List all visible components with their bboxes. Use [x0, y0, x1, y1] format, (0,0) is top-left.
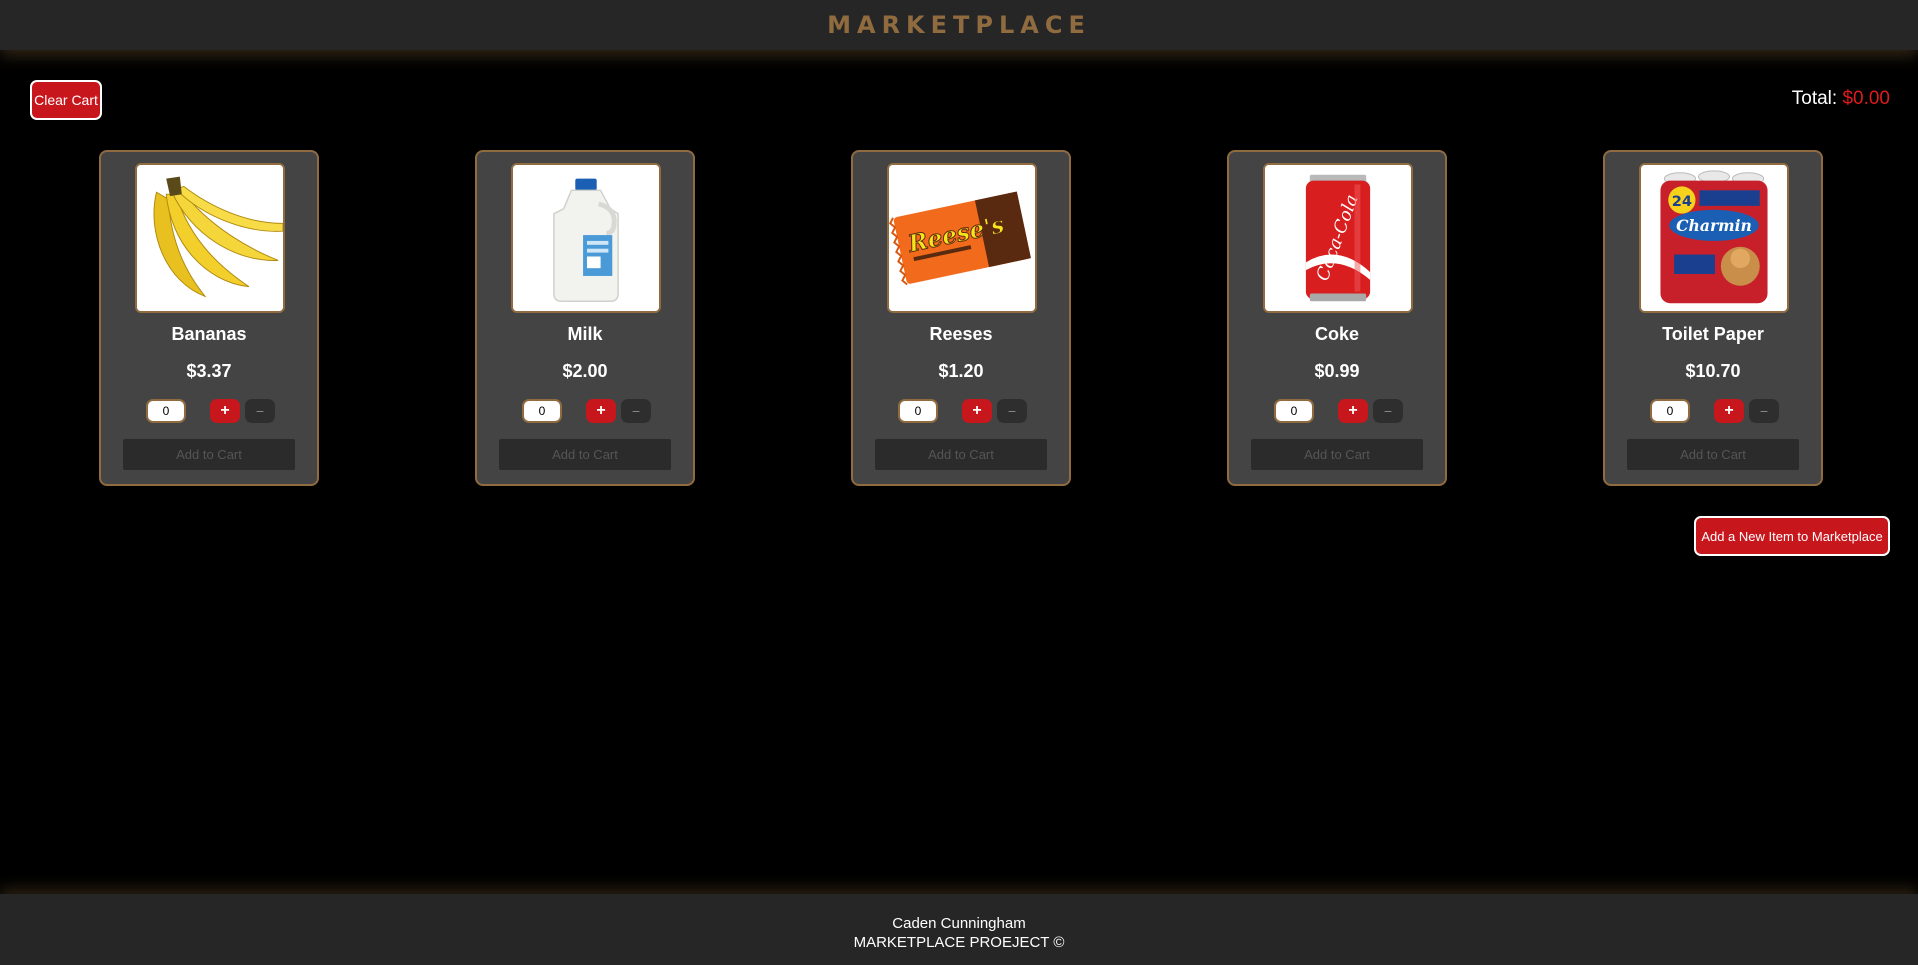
quantity-input[interactable]	[1274, 399, 1314, 423]
product-price: $10.70	[1685, 361, 1741, 381]
increment-button[interactable]: +	[1338, 399, 1368, 423]
coke-can-image: Coca-Cola	[1263, 163, 1413, 313]
cart-total: Total: $0.00	[1792, 88, 1890, 110]
add-to-cart-button[interactable]: Add to Cart	[123, 439, 295, 470]
product-name: Toilet Paper	[1662, 324, 1764, 344]
footer-author: Caden Cunningham	[892, 915, 1026, 932]
reeses-package-image: Reese's	[887, 163, 1037, 313]
add-to-cart-button[interactable]: Add to Cart	[875, 439, 1047, 470]
decrement-button[interactable]: −	[997, 399, 1027, 423]
product-grid: Bananas $3.37 + − Add to Cart Milk $2.00…	[0, 150, 1918, 486]
product-card-toilet-paper: 24 Charmin Toilet Paper $10.70 + − Add t…	[1603, 150, 1823, 486]
add-new-item-button[interactable]: Add a New Item to Marketplace	[1694, 516, 1890, 556]
product-price: $1.20	[938, 361, 984, 381]
total-value: $0.00	[1842, 88, 1890, 109]
decrement-button[interactable]: −	[1749, 399, 1779, 423]
svg-text:Charmin: Charmin	[1676, 216, 1752, 235]
product-card-bananas: Bananas $3.37 + − Add to Cart	[99, 150, 319, 486]
product-name: Coke	[1314, 324, 1359, 344]
product-card-milk: Milk $2.00 + − Add to Cart	[475, 150, 695, 486]
milk-jug-image	[511, 163, 661, 313]
product-price: $3.37	[186, 361, 232, 381]
add-to-cart-button[interactable]: Add to Cart	[1627, 439, 1799, 470]
product-name: Bananas	[171, 324, 247, 344]
toilet-paper-pack-image: 24 Charmin	[1639, 163, 1789, 313]
add-to-cart-button[interactable]: Add to Cart	[499, 439, 671, 470]
quantity-input[interactable]	[146, 399, 186, 423]
clear-cart-button[interactable]: Clear Cart	[30, 80, 102, 120]
quantity-input[interactable]	[898, 399, 938, 423]
decrement-button[interactable]: −	[245, 399, 275, 423]
decrement-button[interactable]: −	[1373, 399, 1403, 423]
product-price: $0.99	[1314, 361, 1360, 381]
increment-button[interactable]: +	[210, 399, 240, 423]
product-card-coke: Coca-Cola Coke $0.99 + − Add to Cart	[1227, 150, 1447, 486]
page-title: MARKETPLACE	[827, 11, 1091, 39]
quantity-input[interactable]	[1650, 399, 1690, 423]
increment-button[interactable]: +	[962, 399, 992, 423]
add-to-cart-button[interactable]: Add to Cart	[1251, 439, 1423, 470]
total-label: Total:	[1791, 88, 1838, 109]
increment-button[interactable]: +	[586, 399, 616, 423]
quantity-input[interactable]	[522, 399, 562, 423]
decrement-button[interactable]: −	[621, 399, 651, 423]
product-name: Reeses	[929, 324, 993, 344]
svg-text:24: 24	[1672, 193, 1692, 210]
product-card-reeses: Reese's Reeses $1.20 + − Add to Cart	[851, 150, 1071, 486]
increment-button[interactable]: +	[1714, 399, 1744, 423]
site-header: MARKETPLACE	[0, 0, 1918, 50]
footer-project: MARKETPLACE PROEJECT ©	[853, 934, 1065, 951]
product-price: $2.00	[562, 361, 608, 381]
site-footer: Caden Cunningham MARKETPLACE PROEJECT ©	[0, 894, 1918, 965]
bananas-image	[135, 163, 285, 313]
product-name: Milk	[567, 324, 603, 344]
